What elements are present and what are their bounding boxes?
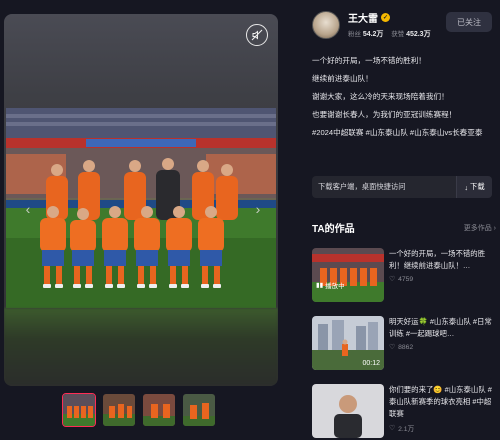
followers-label: 粉丝: [348, 31, 361, 38]
post-line: 继续前进泰山队！: [312, 74, 373, 83]
media-viewer: ‹ ›: [4, 14, 278, 386]
mute-button[interactable]: [246, 24, 268, 46]
heart-icon: ♡: [389, 425, 396, 432]
blurred-backdrop: [4, 308, 278, 386]
author-stats: 粉丝 54.2万 获赞 452.3万: [348, 28, 437, 39]
author-profile: 王大雷 ✓ 粉丝 54.2万 获赞 452.3万: [312, 10, 437, 39]
download-button-label: 下载: [470, 182, 485, 191]
chevron-right-icon: ›: [255, 201, 261, 217]
works-header: TA的作品 更多作品 ›: [312, 220, 496, 235]
work-caption: 明天好运🍀 #山东泰山队 #日常训练 #一起踢球吧…: [389, 317, 492, 338]
post-line: 也要谢谢长春人，为我们的亚冠训练赛程！: [312, 110, 457, 119]
work-item[interactable]: 你们要的来了😊 #山东泰山队 #泰山队新赛季的球衣亮相 #中超联赛 ♡ 2.1万: [312, 384, 498, 440]
equalizer-icon: ▮▮: [316, 282, 324, 289]
work-thumbnail: ▮▮ 播放中: [312, 248, 384, 302]
work-likes-count: 2.1万: [398, 426, 415, 433]
work-caption: 你们要的来了😊 #山东泰山队 #泰山队新赛季的球衣亮相 #中超联赛: [389, 385, 492, 418]
work-likes: ♡ 2.1万: [389, 423, 497, 433]
download-banner: 下载客户端，桌面快捷访问 ↓ 下载: [312, 176, 492, 198]
works-title: TA的作品: [312, 224, 355, 235]
post-line: 一个好的开局，一场不错的胜利！: [312, 56, 426, 65]
video-duration: 00:12: [362, 360, 380, 367]
sidebar: 王大雷 ✓ 粉丝 54.2万 获赞 452.3万 已关注 一个好的开局，一场不错…: [312, 0, 500, 440]
work-item[interactable]: 00:12 明天好运🍀 #山东泰山队 #日常训练 #一起踢球吧… ♡ 8862: [312, 316, 498, 374]
post-line: 谢谢大家，这么冷的天来现场陪着我们！: [312, 92, 449, 101]
download-button[interactable]: ↓ 下载: [456, 176, 492, 198]
work-likes-count: 8862: [398, 343, 414, 351]
chevron-left-icon: ‹: [25, 201, 31, 217]
work-likes: ♡ 4759: [389, 275, 497, 284]
work-likes-count: 4759: [398, 275, 414, 283]
prev-image-button[interactable]: ‹: [20, 200, 36, 218]
download-icon: ↓: [464, 182, 469, 192]
post-description: 一个好的开局，一场不错的胜利！ 继续前进泰山队！ 谢谢大家，这么冷的天来现场陪着…: [312, 54, 496, 144]
more-works-link[interactable]: 更多作品 ›: [464, 223, 496, 233]
work-thumbnail: [312, 384, 384, 438]
heart-icon: ♡: [389, 276, 396, 283]
thumbnail-4[interactable]: [182, 393, 216, 427]
thumbnail-1[interactable]: [62, 393, 96, 427]
author-name[interactable]: 王大雷: [348, 10, 378, 25]
muted-speaker-icon: [251, 29, 263, 41]
followers-count: 54.2万: [362, 31, 384, 38]
thumbnail-strip: [62, 393, 216, 427]
work-caption: 一个好的开局，一场不错的胜利！继续前进泰山队！…: [389, 249, 486, 270]
thumbnail-2[interactable]: [102, 393, 136, 427]
team-photo: [6, 108, 276, 308]
work-item[interactable]: ▮▮ 播放中 一个好的开局，一场不错的胜利！继续前进泰山队！… ♡ 4759: [312, 248, 498, 306]
post-hashtags[interactable]: #2024中超联赛 #山东泰山队 #山东泰山vs长春亚泰: [312, 126, 496, 139]
likes-count: 452.3万: [406, 31, 431, 38]
work-likes: ♡ 8862: [389, 343, 497, 352]
thumbnail-3[interactable]: [142, 393, 176, 427]
likes-label: 获赞: [391, 31, 405, 38]
playing-badge: ▮▮ 播放中: [316, 280, 345, 290]
download-text: 下载客户端，桌面快捷访问: [318, 182, 406, 191]
heart-icon: ♡: [389, 344, 396, 351]
follow-button[interactable]: 已关注: [446, 12, 492, 32]
playing-label: 播放中: [325, 283, 345, 290]
next-image-button[interactable]: ›: [250, 200, 266, 218]
work-thumbnail: 00:12: [312, 316, 384, 370]
avatar[interactable]: [312, 10, 340, 39]
verified-badge-icon: ✓: [381, 13, 390, 22]
